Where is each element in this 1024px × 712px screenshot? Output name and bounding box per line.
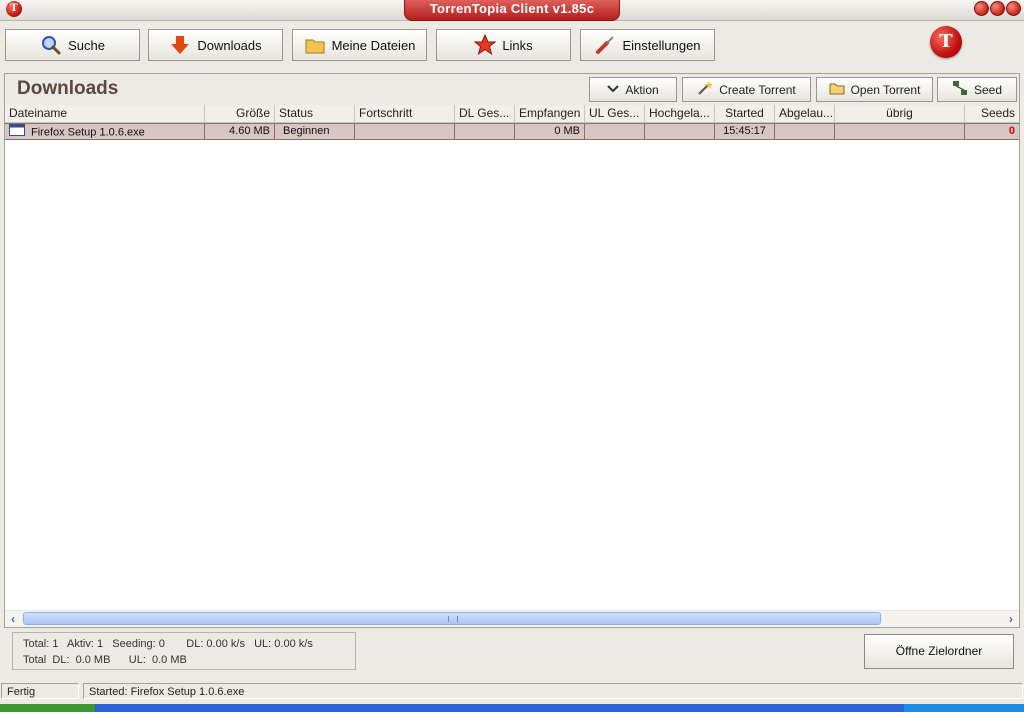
open-target-folder-button[interactable]: Öffne Zielordner [864, 634, 1014, 669]
open-torrent-label: Open Torrent [850, 82, 921, 97]
column-header[interactable]: Abgelau... [775, 105, 835, 122]
started-cell: 15:45:17 [715, 124, 775, 139]
column-header[interactable]: Dateiname [5, 105, 205, 122]
size-cell: 4.60 MB [205, 124, 275, 139]
downloads-table: Dateiname Größe Status Fortschritt DL Ge… [5, 105, 1019, 610]
column-header[interactable]: Seeds [965, 105, 1019, 122]
remaining-cell [835, 124, 965, 139]
action-dropdown[interactable]: Aktion [589, 77, 677, 102]
ul-speed-cell [585, 124, 645, 139]
system-tray [904, 704, 1024, 712]
action-dropdown-label: Aktion [625, 82, 659, 97]
open-folder-icon [829, 81, 845, 98]
star-icon [474, 34, 497, 56]
wand-icon [697, 80, 714, 99]
screwdriver-icon [594, 34, 616, 56]
column-header[interactable]: Started [715, 105, 775, 122]
uploaded-cell [645, 124, 715, 139]
column-header[interactable]: Größe [205, 105, 275, 122]
title-bar: T TorrenTopia Client v1.85c [0, 0, 1024, 21]
open-torrent-button[interactable]: Open Torrent [816, 77, 933, 102]
transfer-stats: Total: 1 Aktiv: 1 Seeding: 0 DL: 0.00 k/… [12, 632, 356, 670]
file-name-cell: Firefox Setup 1.0.6.exe [5, 124, 205, 139]
exe-file-icon [9, 124, 25, 139]
start-button[interactable] [0, 704, 95, 712]
seed-button-label: Seed [973, 82, 1003, 97]
column-header[interactable]: Fortschritt [355, 105, 455, 122]
my-files-button[interactable]: Meine Dateien [292, 29, 427, 61]
scroll-right-icon[interactable]: › [1003, 611, 1019, 627]
search-button[interactable]: Suche [5, 29, 140, 61]
status-cell: Beginnen [275, 124, 355, 139]
links-button[interactable]: Links [436, 29, 571, 61]
column-header[interactable]: Status [275, 105, 355, 122]
network-icon [952, 80, 968, 99]
dl-speed-cell [455, 124, 515, 139]
received-cell: 0 MB [515, 124, 585, 139]
scroll-left-icon[interactable]: ‹ [5, 611, 21, 627]
settings-button-label: Einstellungen [622, 37, 701, 53]
stats-line-2: Total DL: 0.0 MB UL: 0.0 MB [23, 654, 187, 666]
column-header[interactable]: UL Ges... [585, 105, 645, 122]
chevron-down-icon [607, 83, 620, 97]
stats-line-1: Total: 1 Aktiv: 1 Seeding: 0 DL: 0.00 k/… [23, 638, 313, 650]
downloads-button[interactable]: Downloads [148, 29, 283, 61]
scroll-thumb[interactable] [23, 612, 881, 625]
column-header[interactable]: Empfangen [515, 105, 585, 122]
status-message: Started: Firefox Setup 1.0.6.exe [83, 683, 1023, 699]
downloads-panel: Downloads Aktion Create Torrent Open Tor… [4, 73, 1020, 628]
download-arrow-icon [169, 34, 191, 56]
brand-logo: T [930, 26, 962, 58]
page-title: Downloads [17, 78, 119, 99]
column-header[interactable]: DL Ges... [455, 105, 515, 122]
progress-cell [355, 124, 455, 139]
os-taskbar [0, 704, 1024, 712]
elapsed-cell [775, 124, 835, 139]
minimize-icon[interactable] [974, 1, 989, 16]
main-toolbar: Suche Downloads Meine Dateien Links Eins… [0, 21, 1024, 68]
app-logo-icon[interactable]: T [6, 1, 22, 17]
create-torrent-button[interactable]: Create Torrent [682, 77, 811, 102]
maximize-icon[interactable] [990, 1, 1005, 16]
column-header[interactable]: übrig [835, 105, 965, 122]
horizontal-scrollbar[interactable]: ‹ › [5, 611, 1019, 627]
my-files-button-label: Meine Dateien [331, 37, 416, 53]
create-torrent-label: Create Torrent [719, 82, 796, 97]
file-name-text: Firefox Setup 1.0.6.exe [31, 126, 145, 139]
window-title: TorrenTopia Client v1.85c [404, 0, 620, 21]
seeds-cell: 0 [1008, 125, 1015, 137]
status-bar: Fertig Started: Firefox Setup 1.0.6.exe [0, 683, 1024, 700]
magnifier-icon [40, 34, 62, 56]
table-header: Dateiname Größe Status Fortschritt DL Ge… [5, 105, 1019, 123]
seed-button[interactable]: Seed [937, 77, 1017, 102]
links-button-label: Links [502, 37, 533, 53]
search-button-label: Suche [68, 37, 105, 53]
status-state: Fertig [1, 683, 79, 699]
settings-button[interactable]: Einstellungen [580, 29, 715, 61]
folder-icon [304, 34, 326, 56]
column-header[interactable]: Hochgela... [645, 105, 715, 122]
downloads-button-label: Downloads [197, 37, 262, 53]
table-row[interactable]: Firefox Setup 1.0.6.exe 4.60 MB Beginnen… [5, 123, 1019, 140]
close-icon[interactable] [1006, 1, 1021, 16]
